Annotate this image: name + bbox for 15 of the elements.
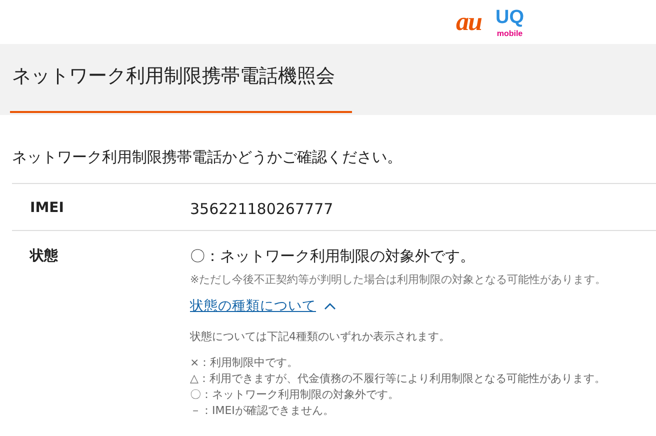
au-logo[interactable]: au [456,7,482,37]
field-value: 〇：ネットワーク利用制限の対象外です。 [190,247,475,266]
note-text: ※ただし今後不正契約等が判明した場合は利用制限の対象となる可能性があります。 [190,272,606,287]
status-definition: ×：利用制限中です。 [190,355,300,371]
status-definition: 〇：ネットワーク利用制限の対象外です。 [190,387,400,403]
page-title: ネットワーク利用制限携帯電話機照会 [10,44,352,113]
status-definition: △：利用できますが、代金債務の不履行等により利用制限となる可能性があります。 [190,371,606,387]
chevron-up-icon [324,302,336,310]
field-label: 状態 [28,247,59,266]
intro-text: ネットワーク利用制限携帯電話かどうかご確認ください。 [12,147,403,168]
field-value: 356221180267777 [190,200,334,218]
uq-mobile-logo[interactable]: UQ mobile [495,6,524,38]
status-definition: －：IMEIが確認できません。 [190,403,335,419]
details-lead: 状態については下記4種類のいずれか表示されます。 [190,329,451,345]
field-label: IMEI [29,200,65,218]
